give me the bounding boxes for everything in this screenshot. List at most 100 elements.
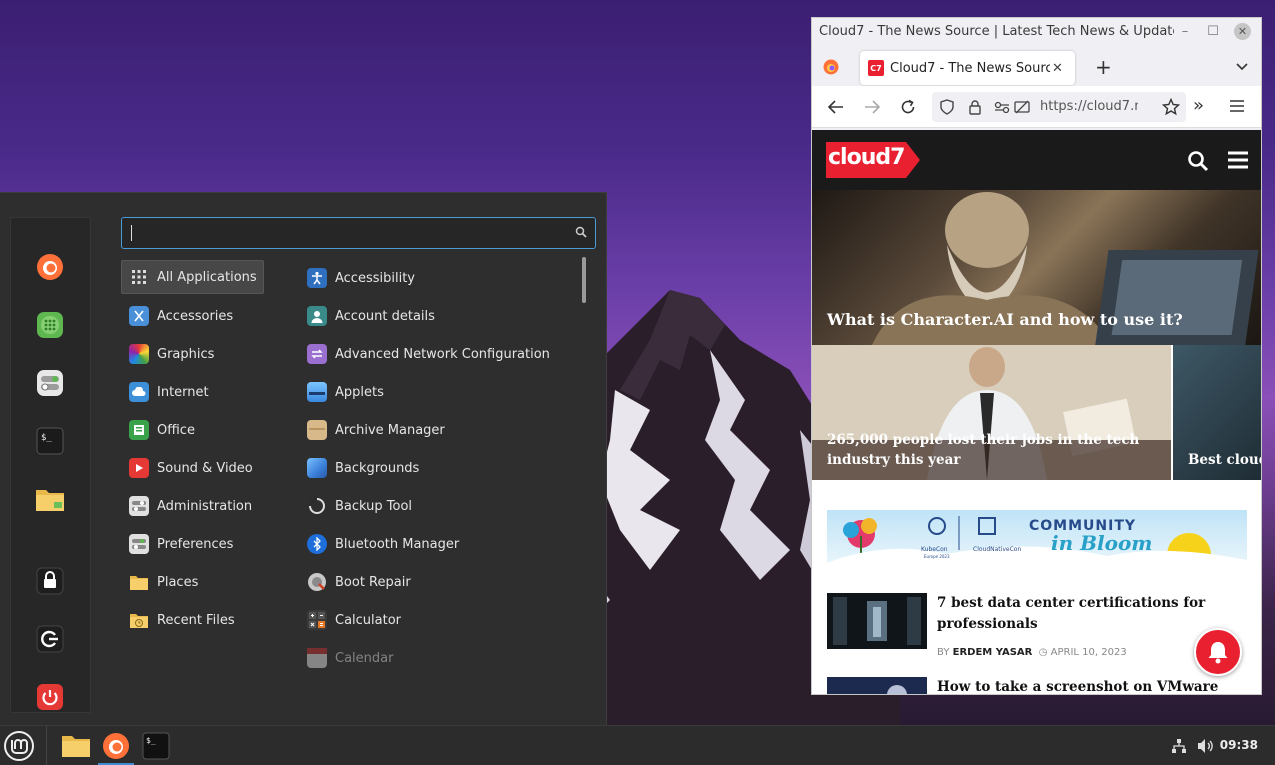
system-settings-icon[interactable] [35,368,65,398]
taskbar-terminal[interactable]: $_ [140,730,172,762]
byline-prefix: BY [937,647,950,658]
category-sound-video[interactable]: Sound & Video [129,451,253,485]
category-internet[interactable]: Internet [129,375,209,409]
category-places[interactable]: Places [129,565,198,599]
clock[interactable]: 09:38 [1220,738,1258,752]
calendar-icon [307,648,327,668]
category-all-applications[interactable]: All Applications [121,260,264,294]
app-boot-repair[interactable]: Boot Repair [307,565,411,599]
site-menu-icon[interactable] [1228,151,1248,169]
lock-icon[interactable] [35,566,65,596]
power-icon[interactable] [35,682,65,712]
admin-icon [129,496,149,516]
banner-subheadline: in Bloom [1051,531,1153,555]
article-title[interactable]: 7 best data center certifications for pr… [937,593,1237,635]
firefox-icon [103,733,129,759]
network-icon[interactable] [1171,738,1187,754]
close-window-button[interactable]: ✕ [1234,23,1251,40]
firefox-icon[interactable] [35,252,65,282]
category-office[interactable]: Office [129,413,195,447]
apps-scrollbar[interactable] [582,257,586,303]
overflow-chevron-icon[interactable]: » [1193,95,1204,116]
app-label: Accessibility [335,270,415,286]
maximize-button[interactable]: ☐ [1204,22,1222,40]
category-recent-files[interactable]: Recent Files [129,603,235,637]
cloudnativecon-text: CloudNativeCon [973,546,1022,553]
forward-button[interactable] [862,97,882,117]
app-accessibility[interactable]: Accessibility [307,261,415,295]
hero-article[interactable]: What is Character.AI and how to use it? [812,190,1261,345]
app-account-details[interactable]: Account details [307,299,435,333]
article-meta: BY ERDEM YASAR ◷ APRIL 10, 2023 [937,647,1127,658]
close-tab-icon[interactable]: ✕ [1052,61,1063,76]
app-label: Boot Repair [335,574,411,590]
list-tabs-icon[interactable] [1236,63,1248,71]
category-label: Sound & Video [157,460,253,476]
clock-icon: ◷ [1038,647,1048,658]
cloud7-logo[interactable]: cloud7 [826,140,920,180]
category-label: Accessories [157,308,234,324]
ad-banner[interactable]: KubeCon CloudNativeCon COMMUNITY in Bloo… [827,510,1247,563]
app-backup-tool[interactable]: Backup Tool [307,489,412,523]
no-tracking-icon[interactable] [1014,100,1030,114]
tab-label: Cloud7 - The News Source | [890,60,1050,76]
back-button[interactable] [826,97,846,117]
logout-icon[interactable] [35,624,65,654]
lock-icon[interactable] [968,99,982,115]
app-calendar[interactable]: Calendar [307,641,393,675]
minimize-button[interactable]: – [1176,22,1194,40]
volume-icon[interactable] [1197,738,1215,754]
category-label: Preferences [157,536,234,552]
banner-event-text: Europe 2023 [924,554,950,559]
hamburger-menu-icon[interactable] [1230,100,1244,112]
preferences-icon [129,534,149,554]
reload-button[interactable] [898,97,918,117]
category-preferences[interactable]: Preferences [129,527,233,561]
play-icon [129,458,149,478]
category-accessories[interactable]: Accessories [129,299,233,333]
logo-text: cloud7 [828,145,905,170]
app-backgrounds[interactable]: Backgrounds [307,451,419,485]
search-icon[interactable] [1187,150,1209,172]
article-thumbnail [827,677,927,694]
shield-icon[interactable] [940,99,954,115]
search-input[interactable] [130,223,560,243]
app-advanced-network-configuration[interactable]: Advanced Network Configuration [307,337,550,371]
app-calculator[interactable]: Calculator [307,603,401,637]
app-applets[interactable]: Applets [307,375,384,409]
address-bar[interactable]: https://cloud7.news [932,92,1186,122]
category-administration[interactable]: Administration [129,489,252,523]
new-tab-button[interactable]: + [1095,55,1112,79]
cloud7-favicon: C7 [868,60,884,76]
category-graphics[interactable]: Graphics [129,337,214,371]
featured-caption: Best cloud [1188,452,1262,468]
window-titlebar[interactable]: Cloud7 - The News Source | Latest Tech N… [812,18,1261,46]
article-title[interactable]: How to take a screenshot on VMware [937,677,1237,694]
site-header: cloud7 [812,130,1261,190]
bookmark-star-icon[interactable] [1162,98,1180,116]
category-label: Recent Files [157,612,235,628]
notification-bell-button[interactable] [1194,628,1242,676]
taskbar-firefox[interactable] [100,730,132,762]
taskbar-files[interactable] [60,730,92,762]
terminal-icon[interactable]: $_ [35,426,65,456]
app-label: Advanced Network Configuration [335,346,550,362]
permissions-icon[interactable] [994,101,1010,113]
software-manager-icon[interactable] [35,310,65,340]
featured-card-cloud[interactable]: Best cloud [1173,345,1262,480]
menu-button[interactable] [3,730,35,762]
files-icon[interactable] [35,484,65,514]
app-archive-manager[interactable]: Archive Manager [307,413,445,447]
svg-text:$_: $_ [146,736,156,745]
caption-line: industry this year [827,452,961,468]
category-label: Places [157,574,199,590]
graphics-icon [129,344,149,364]
featured-card-layoffs[interactable]: 265,000 people lost their jobs in the te… [812,345,1171,480]
category-label: Internet [157,384,209,400]
search-field[interactable] [121,217,596,249]
favorites-bar: $_ [10,217,91,713]
app-bluetooth-manager[interactable]: Bluetooth Manager [307,527,459,561]
firefox-view-icon[interactable] [823,59,839,75]
tab-cloud7[interactable]: C7 Cloud7 - The News Source | ✕ [860,51,1075,85]
article-author[interactable]: ERDEM YASAR [953,647,1033,658]
